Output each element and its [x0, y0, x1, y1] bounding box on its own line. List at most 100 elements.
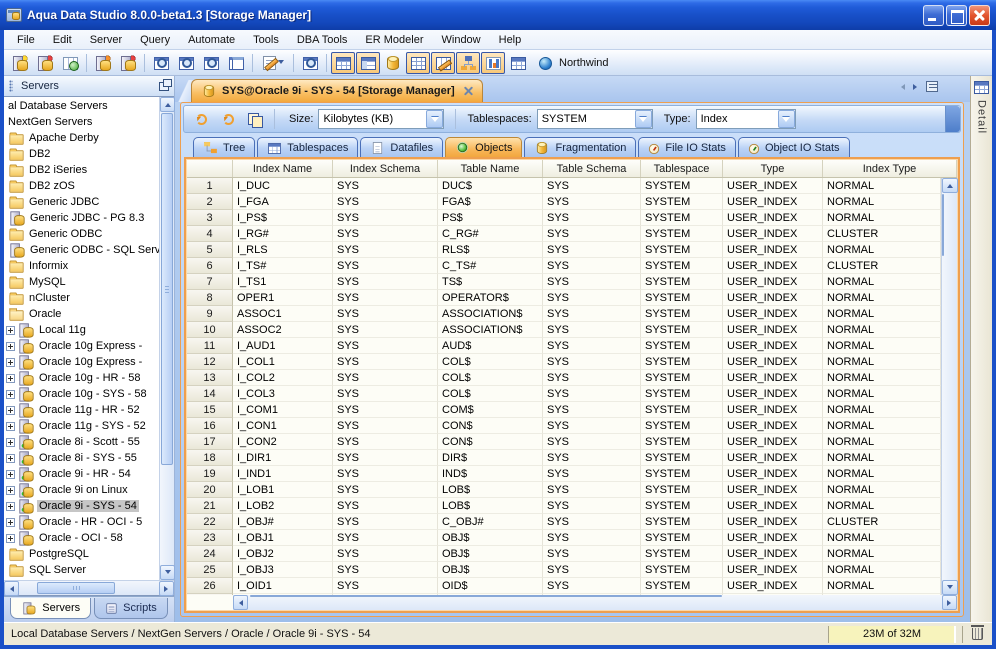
grid-cell[interactable]: SYS — [333, 210, 438, 226]
grid-cell[interactable]: SYS — [543, 210, 641, 226]
grid-cell[interactable]: SYS — [333, 418, 438, 434]
grid-cell[interactable]: SYS — [333, 434, 438, 450]
grid-cell[interactable]: CON$ — [438, 418, 543, 434]
row-number[interactable]: 2 — [187, 194, 233, 210]
grid-cell[interactable]: USER_INDEX — [723, 578, 823, 594]
tree-item[interactable]: MySQL — [4, 274, 159, 290]
tree-item[interactable]: Informix — [4, 258, 159, 274]
grid-cell[interactable]: SYS — [543, 194, 641, 210]
grid-horizontal-scrollbar[interactable] — [233, 595, 957, 610]
view-schema-button[interactable] — [431, 51, 455, 74]
row-number[interactable]: 7 — [187, 274, 233, 290]
maximize-button[interactable] — [946, 4, 967, 26]
grid-cell[interactable]: COL$ — [438, 354, 543, 370]
close-button[interactable] — [969, 4, 990, 26]
grid-cell[interactable]: I_OID1 — [233, 578, 333, 594]
grid-cell[interactable]: SYS — [333, 562, 438, 578]
grid-cell[interactable]: SYS — [543, 354, 641, 370]
chevron-down-icon[interactable] — [777, 110, 795, 128]
view-chart-button[interactable] — [481, 51, 505, 74]
document-tab[interactable]: SYS@Oracle 9i - SYS - 54 [Storage Manage… — [191, 79, 483, 102]
tree-item[interactable]: Oracle — [4, 306, 159, 322]
row-number[interactable]: 4 — [187, 226, 233, 242]
detail-grid-icon[interactable] — [974, 81, 989, 94]
disconnect-server-button[interactable] — [116, 52, 140, 74]
grid-cell[interactable]: SYSTEM — [641, 482, 723, 498]
register-server-button[interactable] — [8, 52, 32, 74]
grid-cell[interactable]: SYSTEM — [641, 242, 723, 258]
expand-plus-icon[interactable] — [6, 341, 15, 351]
grid-cell[interactable]: DIR$ — [438, 450, 543, 466]
grid-cell[interactable]: SYS — [333, 450, 438, 466]
grid-cell[interactable]: NORMAL — [823, 482, 941, 498]
unregister-server-button[interactable] — [33, 52, 57, 74]
tablespaces-combobox[interactable]: SYSTEM — [536, 109, 653, 129]
tree-item[interactable]: DB2 iSeries — [4, 162, 159, 178]
tree-item[interactable]: Local 11g — [4, 322, 159, 338]
grid-cell[interactable]: SYS — [333, 386, 438, 402]
grid-cell[interactable]: SYSTEM — [641, 194, 723, 210]
grid-cell[interactable]: SYSTEM — [641, 562, 723, 578]
tree-item[interactable]: Apache Derby — [4, 130, 159, 146]
grid-cell[interactable]: USER_INDEX — [723, 226, 823, 242]
grid-cell[interactable]: USER_INDEX — [723, 242, 823, 258]
tree-item[interactable]: Generic ODBC — [4, 226, 159, 242]
tree-item[interactable]: Generic JDBC — [4, 194, 159, 210]
grid-cell[interactable]: NORMAL — [823, 434, 941, 450]
grid-cell[interactable]: SYS — [333, 290, 438, 306]
query-analyzer-button[interactable] — [149, 52, 173, 74]
tree-item[interactable]: Oracle - HR - OCI - 5 — [4, 514, 159, 530]
column-header-type[interactable]: Type — [723, 160, 823, 177]
detail-tab-label[interactable]: Detail — [976, 100, 988, 134]
chevron-down-icon[interactable] — [634, 110, 652, 128]
grid-cell[interactable]: NORMAL — [823, 562, 941, 578]
grid-cell[interactable]: SYSTEM — [641, 178, 723, 194]
tree-item[interactable]: Generic ODBC - SQL Serv — [4, 242, 159, 258]
grid-cell[interactable]: SYS — [333, 306, 438, 322]
grid-cell[interactable]: NORMAL — [823, 370, 941, 386]
row-number[interactable]: 14 — [187, 386, 233, 402]
tree-item[interactable]: Oracle 10g Express - — [4, 354, 159, 370]
grid-cell[interactable]: OBJ$ — [438, 546, 543, 562]
tab-object-io-stats[interactable]: Object IO Stats — [737, 137, 850, 157]
grid-cell[interactable]: IND$ — [438, 466, 543, 482]
row-number-header[interactable] — [187, 160, 233, 177]
menu-window[interactable]: Window — [433, 30, 490, 50]
grid-cell[interactable]: ASSOCIATION$ — [438, 306, 543, 322]
grid-cell[interactable]: USER_INDEX — [723, 290, 823, 306]
expand-plus-icon[interactable] — [6, 437, 15, 447]
tab-objects[interactable]: Objects — [445, 137, 523, 157]
expand-plus-icon[interactable] — [6, 389, 15, 399]
menu-query[interactable]: Query — [131, 30, 179, 50]
grid-cell[interactable]: SYS — [333, 258, 438, 274]
grid-cell[interactable]: SYSTEM — [641, 450, 723, 466]
connect-server-button[interactable] — [91, 52, 115, 74]
menu-file[interactable]: File — [8, 30, 44, 50]
grid-cell[interactable]: SYS — [543, 338, 641, 354]
grid-cell[interactable]: I_OBJ# — [233, 514, 333, 530]
grid-cell[interactable]: SYSTEM — [641, 354, 723, 370]
grid-cell[interactable]: NORMAL — [823, 194, 941, 210]
grid-cell[interactable]: USER_INDEX — [723, 210, 823, 226]
grid-cell[interactable]: I_TS1 — [233, 274, 333, 290]
grid-cell[interactable]: SYS — [333, 194, 438, 210]
grid-cell[interactable]: I_RLS — [233, 242, 333, 258]
cascade-windows-button[interactable] — [224, 52, 248, 74]
grid-cell[interactable]: SYS — [333, 322, 438, 338]
size-combobox[interactable]: Kilobytes (KB) — [318, 109, 445, 129]
view-grid-button[interactable] — [406, 51, 430, 74]
expand-plus-icon[interactable] — [6, 501, 15, 511]
row-number[interactable]: 20 — [187, 482, 233, 498]
grid-cell[interactable]: SYS — [333, 370, 438, 386]
grid-cell[interactable]: CON$ — [438, 434, 543, 450]
grid-cell[interactable]: SYS — [543, 434, 641, 450]
grid-cell[interactable]: USER_INDEX — [723, 322, 823, 338]
expand-plus-icon[interactable] — [6, 325, 15, 335]
grid-cell[interactable]: I_PS$ — [233, 210, 333, 226]
tree-item[interactable]: DB2 zOS — [4, 178, 159, 194]
grid-cell[interactable]: SYS — [333, 178, 438, 194]
grid-cell[interactable]: SYSTEM — [641, 226, 723, 242]
menu-help[interactable]: Help — [490, 30, 531, 50]
grid-cell[interactable]: NORMAL — [823, 354, 941, 370]
grid-cell[interactable]: SYSTEM — [641, 322, 723, 338]
